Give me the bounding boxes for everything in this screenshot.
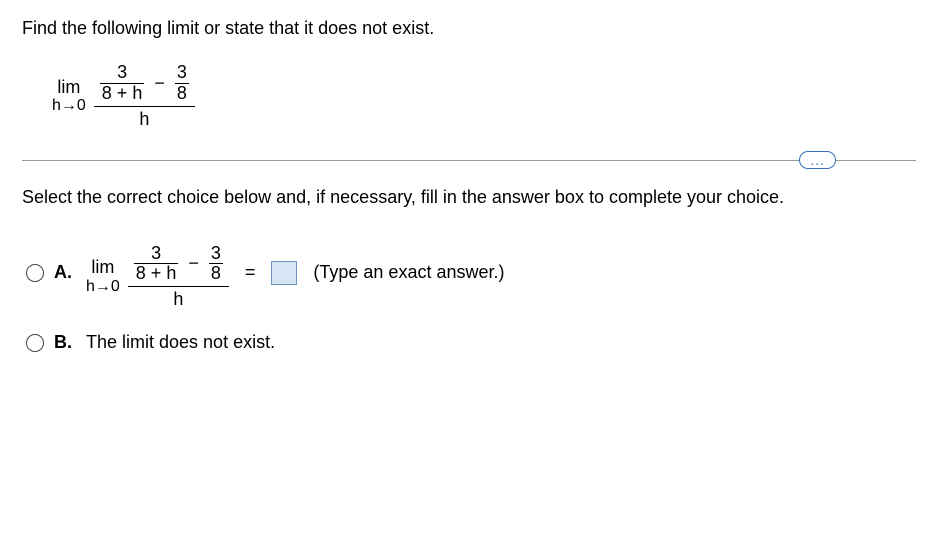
instruction-text: Select the correct choice below and, if … <box>22 187 916 208</box>
outer-denominator: h <box>133 107 155 132</box>
answer-input[interactable] <box>271 261 297 285</box>
inner-fraction-2a: 3 8 <box>209 244 223 285</box>
choice-a-label: A. <box>54 262 76 283</box>
frac2-num-a: 3 <box>209 244 223 264</box>
radio-b[interactable] <box>26 334 44 352</box>
lim-text: lim <box>57 78 80 98</box>
lim-subscript-a: h→0 <box>86 278 120 296</box>
choice-b-label: B. <box>54 332 76 353</box>
choice-a-expression: lim h→0 3 8 + h − 3 8 <box>86 242 229 313</box>
choice-list: A. lim h→0 3 8 + h − 3 <box>26 234 916 354</box>
lim-text-a: lim <box>91 258 114 278</box>
frac2-num: 3 <box>175 63 189 83</box>
question-prompt: Find the following limit or state that i… <box>22 18 916 39</box>
inner-fraction-1a: 3 8 + h <box>134 244 179 285</box>
frac1-den-a: 8 + h <box>134 264 179 284</box>
choice-b-text: The limit does not exist. <box>86 332 275 353</box>
outer-fraction: 3 8 + h − 3 8 h <box>94 61 195 132</box>
frac1-num-a: 3 <box>149 244 163 264</box>
lim-operator-a: lim h→0 <box>86 258 120 295</box>
limit-expression: lim h→0 3 8 + h − 3 8 h <box>52 61 195 132</box>
outer-fraction-a: 3 8 + h − 3 8 h <box>128 242 229 313</box>
inner-fraction-2: 3 8 <box>175 63 189 104</box>
radio-a[interactable] <box>26 264 44 282</box>
frac1-den: 8 + h <box>100 84 145 104</box>
inner-fraction-1: 3 8 + h <box>100 63 145 104</box>
outer-denominator-a: h <box>167 287 189 312</box>
choice-b: B. The limit does not exist. <box>26 332 916 353</box>
frac2-den-a: 8 <box>209 264 223 284</box>
frac2-den: 8 <box>175 84 189 104</box>
choice-a-hint: (Type an exact answer.) <box>313 262 504 283</box>
lim-subscript: h→0 <box>52 97 86 115</box>
equals-sign: = <box>245 262 256 283</box>
minus-sign-a: − <box>188 253 199 274</box>
minus-sign: − <box>154 73 165 94</box>
choice-a: A. lim h→0 3 8 + h − 3 <box>26 234 916 313</box>
frac1-num: 3 <box>115 63 129 83</box>
lim-operator: lim h→0 <box>52 78 86 115</box>
more-button[interactable]: ... <box>799 151 836 169</box>
